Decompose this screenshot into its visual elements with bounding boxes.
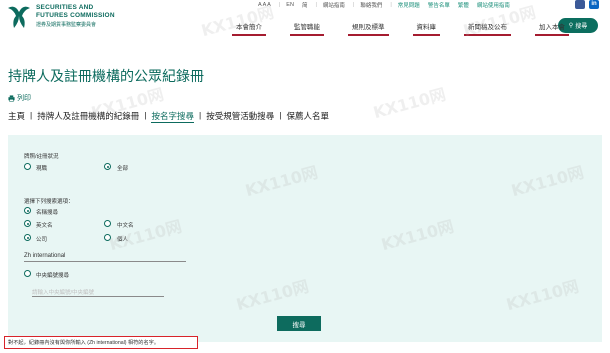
search-form-panel: [8, 135, 602, 342]
name-input[interactable]: Zh international: [24, 253, 186, 262]
font-size-control[interactable]: A A A: [258, 2, 271, 8]
status-radio-current[interactable]: [24, 163, 31, 170]
logo-line1: SECURITIES AND: [36, 3, 94, 11]
util-link-faq[interactable]: 常見問題: [398, 1, 420, 9]
subnav-sponsor-list[interactable]: 保薦人名單: [286, 110, 329, 123]
lang-sc-link[interactable]: 简: [302, 1, 308, 9]
by-name-label: 名稱搜尋: [36, 210, 59, 216]
type-radio-company[interactable]: [24, 234, 31, 241]
main-nav-item-about[interactable]: 本會簡介: [220, 21, 278, 36]
main-nav-item-regulatory[interactable]: 監管職能: [278, 21, 336, 36]
criteria-label: 選擇下列搜索選項：: [24, 199, 74, 205]
lang-en-link[interactable]: EN: [286, 2, 294, 8]
util-link-alert[interactable]: 警告名單: [428, 1, 450, 9]
subnav-register[interactable]: 持牌人及註冊機構的紀錄冊: [37, 110, 139, 123]
type-option-individual: 個人: [117, 237, 129, 243]
main-nav-item-careers[interactable]: 加入本會: [523, 21, 581, 36]
util-link-guide[interactable]: 網站使用指南: [477, 1, 510, 9]
util-link-sitemap[interactable]: 網站指南: [323, 1, 345, 9]
main-nav: 本會簡介 監管職能 規則及標準 資料庫 新聞稿及公布 加入本會: [220, 21, 581, 36]
lang-option-chinese: 中文名: [117, 223, 134, 229]
status-option-current: 現職: [36, 166, 48, 172]
header: SECURITIES AND FUTURES COMMISSION 證券及期貨事…: [0, 0, 610, 42]
sfc-emblem-icon: [8, 6, 30, 29]
by-name-radio[interactable]: [24, 207, 31, 214]
printer-icon: [8, 94, 15, 102]
utility-bar: A A A | EN 简 | 網站指南 | 聯絡我們 | 常見問題 警告名單 繁…: [258, 1, 510, 9]
main-nav-item-rules[interactable]: 規則及標準: [336, 21, 401, 36]
lang-radio-english[interactable]: [24, 220, 31, 227]
main-nav-item-database[interactable]: 資料庫: [401, 21, 453, 36]
sfc-logo[interactable]: SECURITIES AND FUTURES COMMISSION 證券及期貨事…: [6, 2, 115, 30]
by-ce-label: 中央編號搜尋: [36, 273, 70, 279]
status-radio-all[interactable]: [104, 163, 111, 170]
status-label: 牌照/註冊狀況: [24, 154, 59, 160]
by-ce-radio[interactable]: [24, 270, 31, 277]
type-option-company: 公司: [36, 237, 48, 243]
main-nav-item-news[interactable]: 新聞稿及公布: [452, 21, 523, 36]
status-option-all: 全部: [117, 166, 129, 172]
result-message: 對不起，紀錄冊內沒有與你所輸入 (Zh international) 相符的名字…: [4, 336, 198, 349]
type-radio-individual[interactable]: [104, 234, 111, 241]
print-label: 列印: [17, 95, 31, 102]
facebook-icon[interactable]: [575, 0, 585, 9]
logo-line2: FUTURES COMMISSION: [36, 11, 115, 19]
lang-option-english: 英文名: [36, 223, 53, 229]
page-title: 持牌人及註冊機構的公眾紀錄冊: [8, 68, 204, 84]
util-link-trad[interactable]: 繁體: [458, 1, 469, 9]
util-link-contact[interactable]: 聯絡我們: [360, 1, 382, 9]
print-link[interactable]: 列印: [8, 93, 31, 103]
logo-line3: 證券及期貨事務監察委員會: [36, 21, 97, 28]
ce-number-input[interactable]: 請輸入中央編號/中央編號: [32, 288, 164, 297]
linkedin-icon[interactable]: in: [589, 0, 599, 9]
subnav-search-by-name[interactable]: 按名字搜尋: [151, 110, 194, 123]
submit-search-button[interactable]: 搜尋: [277, 316, 321, 331]
lang-radio-chinese[interactable]: [104, 220, 111, 227]
breadcrumb-nav: 主頁 | 持牌人及註冊機構的紀錄冊 | 按名字搜尋 | 按受規管活動搜尋 | 保…: [8, 110, 329, 123]
watermark: KX110网: [371, 84, 448, 123]
subnav-home[interactable]: 主頁: [8, 110, 25, 123]
subnav-search-by-activity[interactable]: 按受規管活動搜尋: [206, 110, 274, 123]
